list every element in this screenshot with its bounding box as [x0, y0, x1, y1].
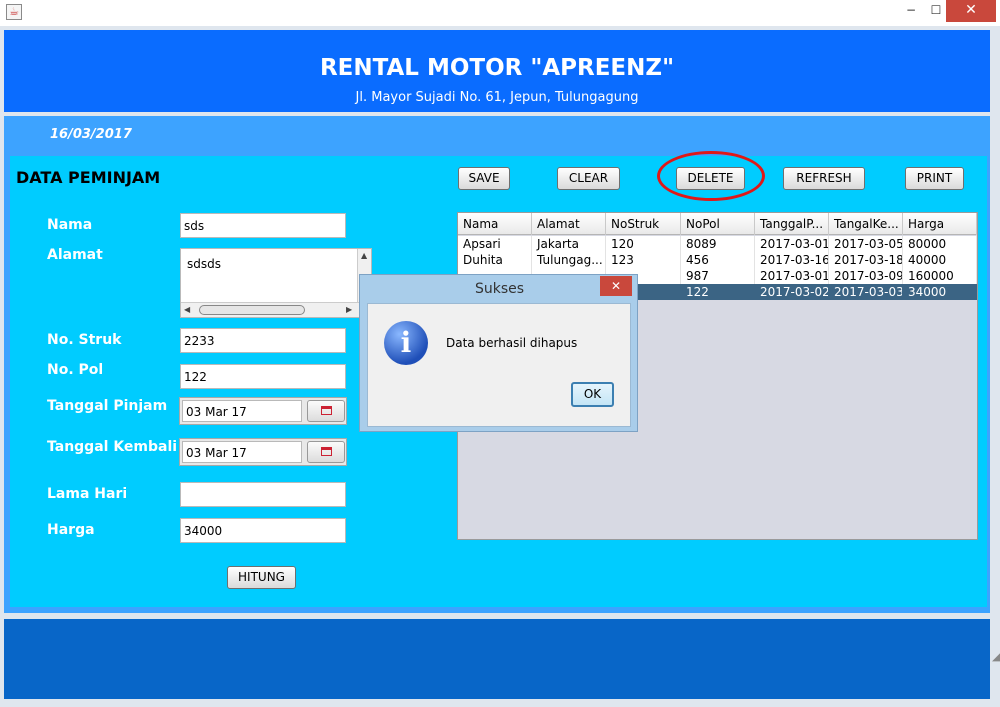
label-tanggal-kembali: Tanggal Kembali: [47, 439, 178, 455]
table-cell: Duhita: [458, 252, 532, 268]
table-cell: 122: [681, 284, 755, 300]
label-no-pol: No. Pol: [47, 362, 104, 378]
table-cell: 2017-03-01: [755, 268, 829, 284]
label-nama: Nama: [47, 217, 93, 233]
table-cell: 456: [681, 252, 755, 268]
tanggal-kembali-calendar-button[interactable]: [307, 441, 345, 463]
harga-field[interactable]: 34000: [180, 518, 346, 543]
table-cell: 40000: [903, 252, 977, 268]
alamat-horizontal-scrollbar[interactable]: ◀ ▶: [181, 302, 359, 317]
column-header[interactable]: NoPol: [681, 213, 755, 235]
app-title: RENTAL MOTOR "APREENZ": [319, 55, 675, 81]
window-titlebar: ☕ − ☐ ✕: [0, 0, 1000, 26]
table-cell: 120: [606, 236, 681, 252]
calendar-icon: [321, 447, 332, 456]
calendar-icon: [321, 406, 332, 415]
dialog-title: Sukses: [474, 281, 525, 297]
nama-field[interactable]: sds: [180, 213, 346, 238]
label-tanggal-pinjam: Tanggal Pinjam: [47, 398, 168, 414]
table-cell: 2017-03-16: [755, 252, 829, 268]
no-pol-field[interactable]: 122: [180, 364, 346, 389]
footer-band: [4, 619, 990, 699]
clear-button[interactable]: CLEAR: [557, 167, 620, 190]
table-cell: 2017-03-01: [755, 236, 829, 252]
label-alamat: Alamat: [47, 247, 103, 263]
column-header[interactable]: NoStruk: [606, 213, 681, 235]
resize-grip-icon[interactable]: ◢: [992, 650, 1000, 663]
column-header[interactable]: TanggalP...: [755, 213, 829, 235]
table-cell: 2017-03-18: [829, 252, 903, 268]
column-header[interactable]: Harga: [903, 213, 977, 235]
alamat-text: sdsds: [187, 257, 221, 271]
scroll-up-arrow-icon[interactable]: ▲: [361, 251, 367, 260]
current-date: 16/03/2017: [50, 127, 132, 142]
delete-highlight-circle: [657, 151, 765, 201]
table-cell: 123: [606, 252, 681, 268]
java-app-icon: ☕: [6, 4, 22, 20]
success-dialog: Sukses ✕ i Data berhasil dihapus OK: [359, 274, 638, 432]
table-cell: 2017-03-09: [829, 268, 903, 284]
table-cell: 2017-03-02: [755, 284, 829, 300]
label-no-struk: No. Struk: [47, 332, 122, 348]
scroll-left-arrow-icon[interactable]: ◀: [184, 305, 190, 314]
dialog-message: Data berhasil dihapus: [446, 336, 578, 350]
tanggal-kembali-input[interactable]: 03 Mar 17: [182, 441, 302, 463]
table-cell: Apsari: [458, 236, 532, 252]
refresh-button[interactable]: REFRESH: [783, 167, 865, 190]
table-header: Nama Alamat NoStruk NoPol TanggalP... Ta…: [458, 213, 977, 235]
tanggal-pinjam-input[interactable]: 03 Mar 17: [182, 400, 302, 422]
column-header[interactable]: Alamat: [532, 213, 606, 235]
table-cell: 987: [681, 268, 755, 284]
table-cell: 8089: [681, 236, 755, 252]
tanggal-pinjam-calendar-button[interactable]: [307, 400, 345, 422]
dialog-close-button[interactable]: ✕: [600, 276, 632, 296]
no-struk-field[interactable]: 2233: [180, 328, 346, 353]
label-harga: Harga: [47, 522, 95, 538]
column-header[interactable]: Nama: [458, 213, 532, 235]
table-cell: Jakarta: [532, 236, 606, 252]
hitung-button[interactable]: HITUNG: [227, 566, 296, 589]
print-button[interactable]: PRINT: [905, 167, 964, 190]
table-cell: 2017-03-03: [829, 284, 903, 300]
app-address: Jl. Mayor Sujadi No. 61, Jepun, Tulungag…: [355, 90, 639, 105]
table-cell: 34000: [903, 284, 977, 300]
save-button[interactable]: SAVE: [458, 167, 510, 190]
info-icon: i: [384, 321, 428, 365]
table-row[interactable]: Duhita Tulungag... 123 456 2017-03-16 20…: [458, 252, 977, 268]
section-title: DATA PEMINJAM: [16, 168, 161, 187]
lama-hari-field[interactable]: [180, 482, 346, 507]
close-window-button[interactable]: ✕: [946, 0, 996, 22]
tanggal-kembali-picker: 03 Mar 17: [179, 438, 347, 466]
column-header[interactable]: TangalKe...: [829, 213, 903, 235]
table-cell: 160000: [903, 268, 977, 284]
app-header: RENTAL MOTOR "APREENZ" Jl. Mayor Sujadi …: [4, 30, 990, 112]
table-cell: 2017-03-05: [829, 236, 903, 252]
alamat-textarea[interactable]: sdsds ▲ ▼ ◀ ▶: [180, 248, 372, 318]
table-cell: 80000: [903, 236, 977, 252]
tanggal-pinjam-picker: 03 Mar 17: [179, 397, 347, 425]
table-cell: Tulungag...: [532, 252, 606, 268]
dialog-body: i Data berhasil dihapus OK: [367, 303, 631, 427]
table-row[interactable]: Apsari Jakarta 120 8089 2017-03-01 2017-…: [458, 236, 977, 252]
label-lama-hari: Lama Hari: [47, 486, 128, 502]
horizontal-scroll-thumb[interactable]: [199, 305, 305, 315]
ok-button[interactable]: OK: [571, 382, 614, 407]
scroll-right-arrow-icon[interactable]: ▶: [346, 305, 352, 314]
